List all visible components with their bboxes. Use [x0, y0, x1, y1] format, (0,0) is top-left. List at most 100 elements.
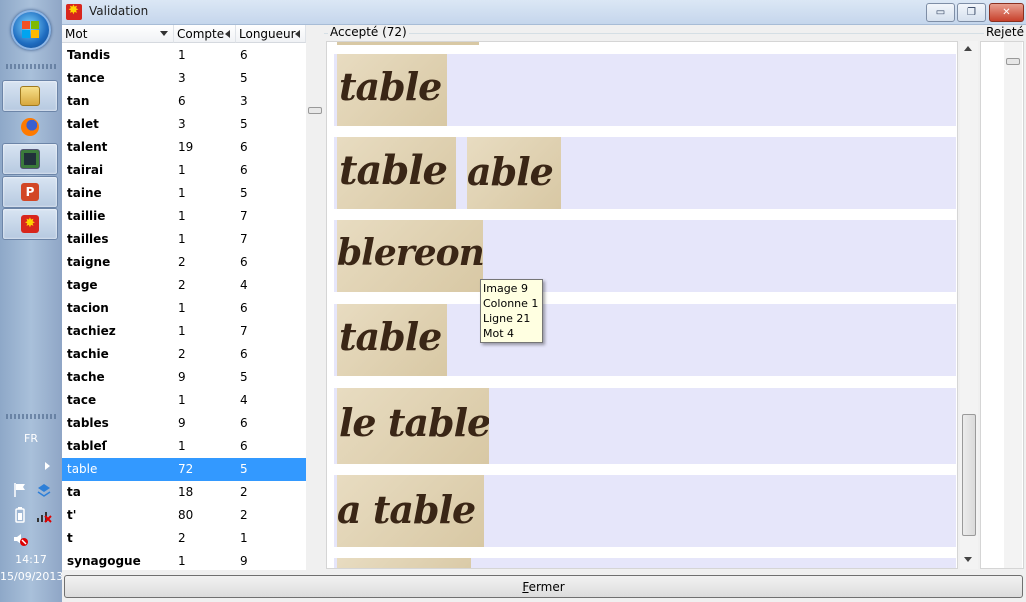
- word-list[interactable]: Mot Compte Longueur Tandis 1 6 tance 3 5 tan 6 3…: [62, 25, 306, 570]
- language-indicator[interactable]: FR: [0, 432, 62, 445]
- word-thumbnail[interactable]: le table: [337, 388, 489, 464]
- scroll-up-icon[interactable]: [964, 46, 972, 51]
- rejected-thumbnail-area[interactable]: [980, 41, 1024, 569]
- word-thumbnail[interactable]: table: [337, 137, 456, 209]
- panel-splitter[interactable]: [306, 25, 324, 570]
- tooltip-word: Mot 4: [483, 327, 515, 340]
- count-cell: 1: [178, 554, 186, 568]
- tray-expand-icon[interactable]: [45, 462, 50, 470]
- count-cell: 9: [178, 370, 186, 384]
- table-row[interactable]: talet 3 5: [62, 113, 306, 136]
- table-row[interactable]: tailles 1 7: [62, 228, 306, 251]
- taskbar-powerpoint-button[interactable]: P: [2, 176, 58, 208]
- table-row[interactable]: tace 1 4: [62, 389, 306, 412]
- table-row[interactable]: taillie 1 7: [62, 205, 306, 228]
- scroll-thumb[interactable]: [962, 414, 976, 536]
- accepted-scrollbar[interactable]: [960, 41, 978, 569]
- maximize-button[interactable]: ❐: [957, 3, 986, 22]
- word-cell: tableſ: [67, 439, 107, 453]
- count-cell: 6: [178, 94, 186, 108]
- battery-icon[interactable]: [12, 507, 28, 523]
- table-row[interactable]: Tandis 1 6: [62, 44, 306, 67]
- word-thumbnail[interactable]: [337, 558, 471, 568]
- sort-down-icon: [160, 31, 168, 36]
- length-cell: 5: [240, 370, 248, 384]
- network-icon[interactable]: [36, 482, 52, 498]
- table-row[interactable]: tance 3 5: [62, 67, 306, 90]
- rejected-scrollbar[interactable]: [1004, 42, 1022, 568]
- title-bar[interactable]: Validation ▭ ❐ ✕: [62, 0, 1026, 25]
- scroll-down-icon[interactable]: [964, 557, 972, 562]
- count-cell: 2: [178, 347, 186, 361]
- word-cell: tage: [67, 278, 98, 292]
- window-app-icon[interactable]: [66, 3, 82, 20]
- powerpoint-icon: P: [21, 183, 39, 201]
- length-cell: 7: [240, 324, 248, 338]
- table-row[interactable]: tage 2 4: [62, 274, 306, 297]
- table-row[interactable]: tairai 1 6: [62, 159, 306, 182]
- word-cell: Tandis: [67, 48, 111, 62]
- taskbar-validation-button[interactable]: ✸: [2, 208, 58, 240]
- taskbar-firefox-button[interactable]: [2, 111, 58, 143]
- column-header-longueur[interactable]: Longueur: [236, 25, 306, 43]
- volume-muted-icon[interactable]: [12, 531, 28, 547]
- rejected-panel: Rejeté: [978, 25, 1026, 570]
- table-row[interactable]: tachie 2 6: [62, 343, 306, 366]
- signal-icon[interactable]: [36, 507, 52, 523]
- table-row[interactable]: tables 9 6: [62, 412, 306, 435]
- terminal-icon: [20, 149, 40, 169]
- taskbar-terminal-button[interactable]: [2, 143, 58, 175]
- count-cell: 3: [178, 71, 186, 85]
- count-cell: 2: [178, 531, 186, 545]
- thumbnail-partial[interactable]: [337, 42, 479, 45]
- table-row[interactable]: t 2 1: [62, 527, 306, 550]
- window-title: Validation: [89, 4, 149, 18]
- length-cell: 1: [240, 531, 248, 545]
- table-row[interactable]: tache 9 5: [62, 366, 306, 389]
- word-thumbnail[interactable]: table: [337, 54, 447, 126]
- word-cell: tachiez: [67, 324, 116, 338]
- table-row[interactable]: tacion 1 6: [62, 297, 306, 320]
- table-row[interactable]: t' 80 2: [62, 504, 306, 527]
- table-row[interactable]: tableſ 1 6: [62, 435, 306, 458]
- word-thumbnail[interactable]: able: [467, 137, 561, 209]
- count-cell: 1: [178, 232, 186, 246]
- column-header-mot[interactable]: Mot: [62, 25, 174, 43]
- minimize-button[interactable]: ▭: [926, 3, 955, 22]
- table-row[interactable]: ta 18 2: [62, 481, 306, 504]
- table-row[interactable]: talent 19 6: [62, 136, 306, 159]
- fermer-button[interactable]: Fermer: [64, 575, 1023, 598]
- word-cell: ta: [67, 485, 81, 499]
- column-header-compte[interactable]: Compte: [174, 25, 236, 43]
- word-thumbnail[interactable]: a table: [337, 475, 484, 547]
- length-cell: 6: [240, 301, 248, 315]
- taskbar-grip-2: [6, 414, 56, 419]
- word-cell: talent: [67, 140, 108, 154]
- length-cell: 4: [240, 393, 248, 407]
- count-cell: 1: [178, 209, 186, 223]
- count-cell: 3: [178, 117, 186, 131]
- scroll-thumb[interactable]: [1006, 58, 1020, 65]
- length-cell: 6: [240, 140, 248, 154]
- table-row[interactable]: tachiez 1 7: [62, 320, 306, 343]
- clock-time[interactable]: 14:17: [0, 552, 62, 567]
- rejected-caption: Rejeté: [984, 25, 1026, 39]
- word-cell: tacion: [67, 301, 109, 315]
- taskbar-folder-button[interactable]: [2, 80, 58, 112]
- word-cell: tache: [67, 370, 105, 384]
- clock-date[interactable]: 15/09/2013: [0, 569, 63, 584]
- word-cell: t: [67, 531, 73, 545]
- close-window-button[interactable]: ✕: [989, 3, 1024, 22]
- start-button[interactable]: [11, 10, 51, 50]
- flag-icon[interactable]: [12, 482, 28, 498]
- accepted-thumbnail-area[interactable]: table table able blereon table le table: [326, 41, 958, 569]
- count-cell: 2: [178, 255, 186, 269]
- splitter-handle[interactable]: [308, 107, 322, 114]
- table-row[interactable]: taine 1 5: [62, 182, 306, 205]
- table-row[interactable]: taigne 2 6: [62, 251, 306, 274]
- word-thumbnail[interactable]: blereon: [337, 220, 483, 292]
- table-row[interactable]: tan 6 3: [62, 90, 306, 113]
- table-row[interactable]: table 72 5: [62, 458, 306, 481]
- word-thumbnail[interactable]: table: [337, 304, 447, 376]
- table-row[interactable]: synagogue 1 9: [62, 550, 306, 570]
